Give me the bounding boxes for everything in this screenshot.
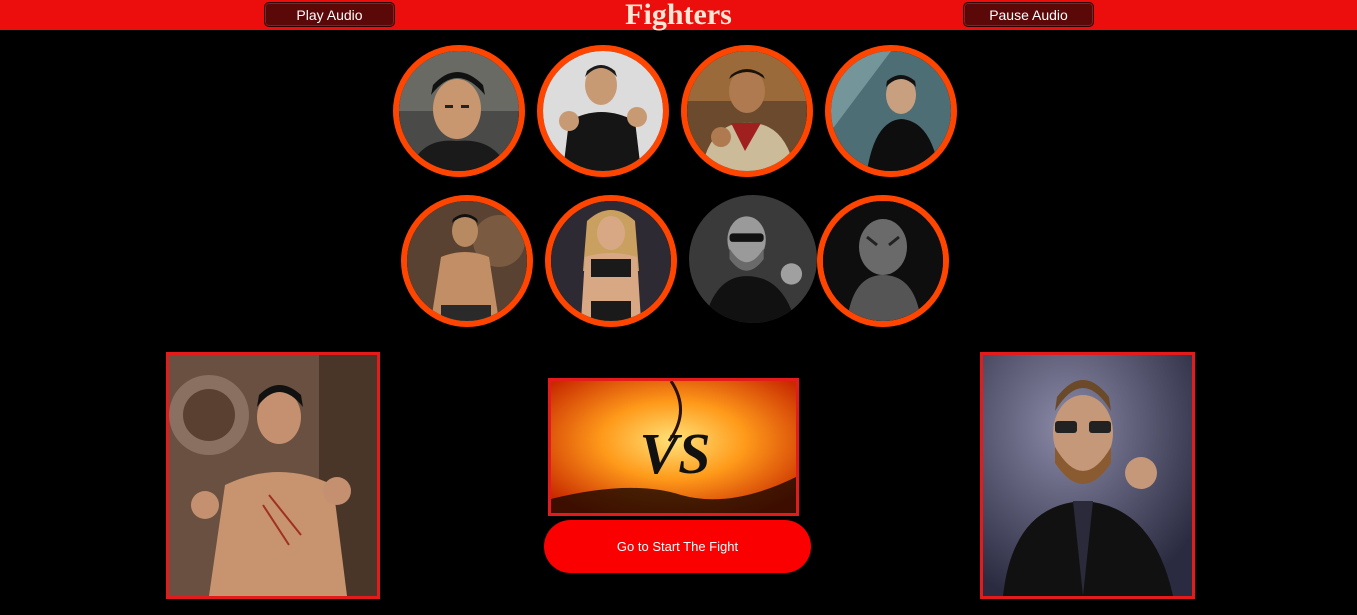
start-fight-button[interactable]: Go to Start The Fight <box>544 520 811 573</box>
fighter-select-4[interactable] <box>825 45 957 177</box>
fighter-select-5[interactable] <box>401 195 533 327</box>
selected-fighter-right <box>980 352 1195 599</box>
fighter-select-1[interactable] <box>393 45 525 177</box>
fighter-select-7[interactable] <box>689 195 817 323</box>
fighter-select-2[interactable] <box>537 45 669 177</box>
fighter-select-8[interactable] <box>817 195 949 327</box>
fighter-portrait-3-icon <box>687 51 807 171</box>
page-title: Fighters <box>625 0 732 31</box>
fighter-select-6[interactable] <box>545 195 677 327</box>
fighter-portrait-6-icon <box>551 201 671 321</box>
fighter-portrait-8-icon <box>823 201 943 321</box>
fighter-portrait-5-icon <box>407 201 527 321</box>
selected-fighter-left <box>166 352 380 599</box>
selected-fighter-left-portrait-icon <box>169 355 377 596</box>
fighter-portrait-2-icon <box>543 51 663 171</box>
fighter-portrait-4-icon <box>831 51 951 171</box>
pause-audio-button[interactable]: Pause Audio <box>963 2 1094 27</box>
fighter-portrait-7-icon <box>689 195 817 323</box>
selected-fighter-right-portrait-icon <box>983 355 1192 596</box>
versus-banner: VS <box>548 378 799 516</box>
header-bar: Play Audio Fighters Pause Audio <box>0 0 1357 31</box>
fighter-portrait-1-icon <box>399 51 519 171</box>
fighter-select-3[interactable] <box>681 45 813 177</box>
versus-icon: VS <box>551 381 796 513</box>
versus-text: VS <box>640 421 711 486</box>
